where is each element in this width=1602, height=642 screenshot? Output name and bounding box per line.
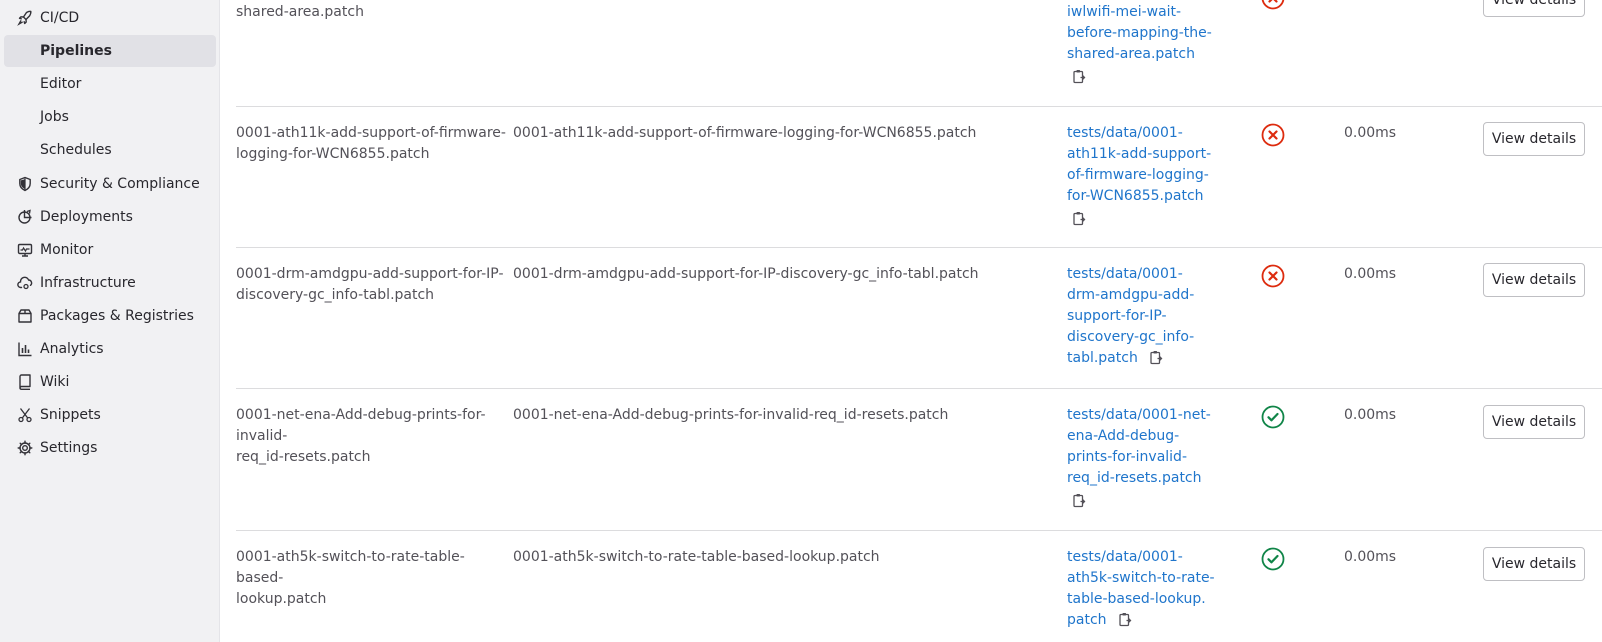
sidebar-item-editor[interactable]: Editor: [4, 68, 216, 100]
sidebar-item-pipelines[interactable]: Pipelines: [4, 35, 216, 67]
sidebar-item-security-compliance[interactable]: Security & Compliance: [4, 168, 216, 200]
test-filename: 0001-ath11k-add-support-of-firmware-logg…: [513, 125, 977, 141]
file-location-link[interactable]: tests/data/0001- ath11k-add-support- of-…: [1067, 125, 1211, 204]
sidebar-item-label: Packages & Registries: [40, 308, 194, 324]
copy-icon[interactable]: [1148, 350, 1164, 366]
status-success-icon: [1261, 547, 1285, 571]
file-location-link[interactable]: tests/data/0001- ath5k-switch-to-rate- t…: [1067, 549, 1215, 628]
copy-icon[interactable]: [1071, 211, 1087, 227]
shield-icon: [17, 176, 33, 192]
test-name: 0001-ath5k-switch-to-rate-table-based- l…: [236, 549, 465, 607]
status-failed-icon: [1261, 264, 1285, 288]
view-details-button[interactable]: View details: [1483, 547, 1585, 581]
status-success-icon: [1261, 405, 1285, 429]
sidebar-item-label: Jobs: [40, 109, 69, 125]
sidebar-item-label: Security & Compliance: [40, 176, 200, 192]
sidebar-item-label: Editor: [40, 76, 82, 92]
sidebar-item-deployments[interactable]: Deployments: [4, 201, 216, 233]
file-location-link[interactable]: tests/data/0001- drm-amdgpu-add- support…: [1067, 266, 1194, 366]
test-filename: 0001-ath5k-switch-to-rate-table-based-lo…: [513, 549, 880, 565]
deployments-icon: [17, 209, 33, 225]
test-execution-time: 0.00ms: [1344, 125, 1397, 141]
test-name: 0001-ath11k-add-support-of-firmware- log…: [236, 125, 506, 162]
test-file-location: tests/data/0001- ath11k-add-support- of-…: [1067, 123, 1217, 227]
file-location-link[interactable]: tests/data/0001-net- ena-Add-debug- prin…: [1067, 407, 1211, 486]
row-divider: [236, 388, 1602, 389]
gear-icon: [17, 440, 33, 456]
row-divider: [236, 106, 1602, 107]
sidebar: CI/CD Pipelines Editor Jobs Schedules Se…: [0, 0, 220, 642]
sidebar-item-infrastructure[interactable]: Infrastructure: [4, 267, 216, 299]
sidebar-item-jobs[interactable]: Jobs: [4, 101, 216, 133]
sidebar-item-packages-registries[interactable]: Packages & Registries: [4, 300, 216, 332]
view-details-button[interactable]: View details: [1483, 122, 1585, 156]
copy-icon[interactable]: [1117, 612, 1133, 628]
file-location-link[interactable]: iwlwifi-mei-wait- before-mapping-the- sh…: [1067, 4, 1212, 62]
sidebar-item-label: Monitor: [40, 242, 94, 258]
view-details-button[interactable]: View details: [1483, 405, 1585, 439]
test-filename: 0001-net-ena-Add-debug-prints-for-invali…: [513, 407, 949, 423]
sidebar-item-label: CI/CD: [40, 10, 80, 26]
sidebar-item-label: Deployments: [40, 209, 133, 225]
sidebar-item-cicd[interactable]: CI/CD: [4, 2, 216, 34]
copy-icon[interactable]: [1071, 493, 1087, 509]
test-name: 0001-net-ena-Add-debug-prints-for-invali…: [236, 407, 486, 465]
chart-icon: [17, 341, 33, 357]
row-divider: [236, 530, 1602, 531]
test-execution-time: 0.00ms: [1344, 407, 1397, 423]
sidebar-item-label: Snippets: [40, 407, 101, 423]
status-failed-icon: [1261, 0, 1285, 10]
test-name: shared-area.patch: [236, 4, 364, 20]
copy-icon[interactable]: [1071, 69, 1087, 85]
sidebar-item-label: Settings: [40, 440, 98, 456]
sidebar-item-label: Analytics: [40, 341, 104, 357]
test-file-location: iwlwifi-mei-wait- before-mapping-the- sh…: [1067, 2, 1217, 85]
test-file-location: tests/data/0001- drm-amdgpu-add- support…: [1067, 264, 1217, 369]
monitor-icon: [17, 242, 33, 258]
sidebar-item-label: Schedules: [40, 142, 112, 158]
sidebar-item-snippets[interactable]: Snippets: [4, 399, 216, 431]
rocket-icon: [17, 10, 33, 26]
row-divider: [236, 247, 1602, 248]
test-execution-time: 0.00ms: [1344, 549, 1397, 565]
package-icon: [17, 308, 33, 324]
snippet-icon: [17, 407, 33, 423]
sidebar-item-analytics[interactable]: Analytics: [4, 333, 216, 365]
test-execution-time: 0.00ms: [1344, 266, 1397, 282]
view-details-button[interactable]: View details: [1483, 263, 1585, 297]
sidebar-item-schedules[interactable]: Schedules: [4, 134, 216, 166]
sidebar-item-label: Pipelines: [40, 43, 112, 59]
status-failed-icon: [1261, 123, 1285, 147]
sidebar-item-settings[interactable]: Settings: [4, 432, 216, 464]
test-filename: 0001-drm-amdgpu-add-support-for-IP-disco…: [513, 266, 979, 282]
sidebar-item-label: Infrastructure: [40, 275, 136, 291]
cloud-gear-icon: [17, 275, 33, 291]
view-details-button[interactable]: View details: [1483, 0, 1585, 17]
test-file-location: tests/data/0001-net- ena-Add-debug- prin…: [1067, 405, 1217, 509]
test-cases-table: shared-area.patch iwlwifi-mei-wait- befo…: [221, 0, 1602, 642]
sidebar-item-label: Wiki: [40, 374, 70, 390]
book-icon: [17, 374, 33, 390]
sidebar-item-wiki[interactable]: Wiki: [4, 366, 216, 398]
test-name: 0001-drm-amdgpu-add-support-for-IP- disc…: [236, 266, 504, 303]
sidebar-item-monitor[interactable]: Monitor: [4, 234, 216, 266]
test-file-location: tests/data/0001- ath5k-switch-to-rate- t…: [1067, 547, 1217, 631]
